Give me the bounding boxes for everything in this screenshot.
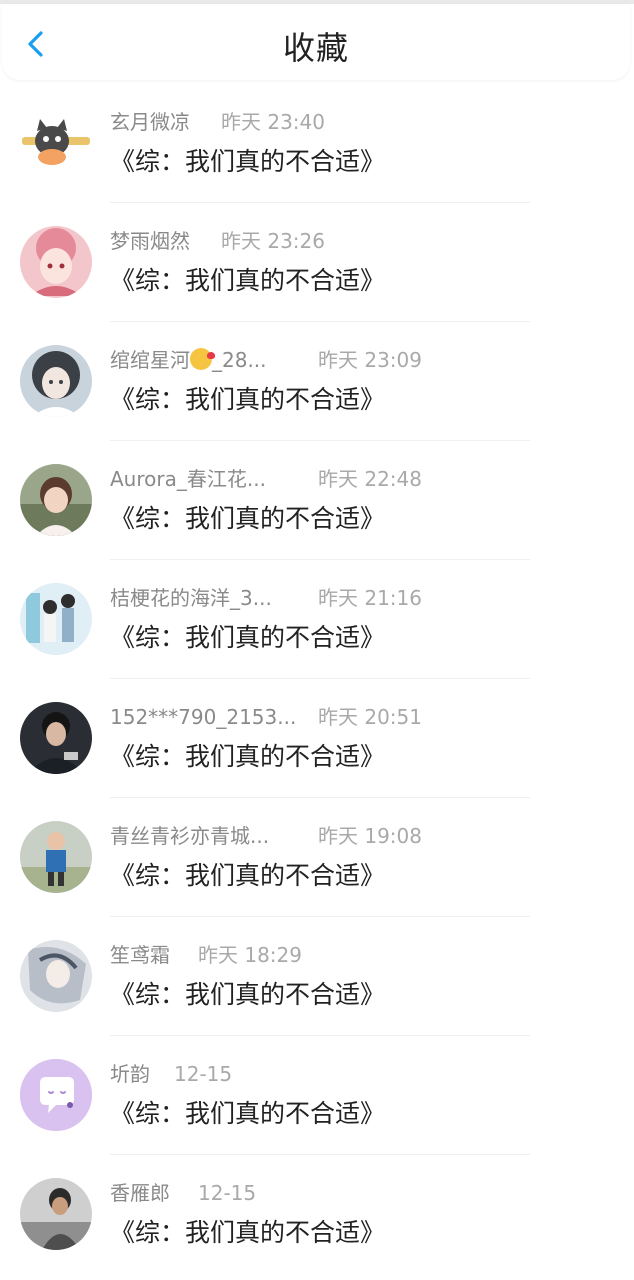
list-item[interactable]: 梦雨烟然 昨天 23:26 《综：我们真的不合适》 — [0, 203, 634, 322]
avatar — [20, 1178, 92, 1250]
item-message: 《综：我们真的不合适》 — [110, 1099, 386, 1128]
cartoon-cat-avatar-icon — [20, 107, 92, 179]
list-item[interactable]: Aurora_春江花... 昨天 22:48 《综：我们真的不合适》 — [0, 441, 634, 560]
item-message: 《综：我们真的不合适》 — [110, 861, 386, 890]
avatar — [20, 464, 92, 536]
person-photo-avatar-icon — [20, 1178, 92, 1250]
item-time: 12-15 — [198, 1181, 257, 1205]
item-time: 12-15 — [174, 1062, 233, 1086]
kid-outdoor-avatar-icon — [20, 821, 92, 893]
list-item[interactable]: 青丝青衫亦青城... 昨天 19:08 《综：我们真的不合适》 — [0, 798, 634, 917]
item-name-suffix: _28... — [212, 348, 267, 372]
item-name: 绾绾星河 _28... — [110, 346, 267, 374]
list-item[interactable]: 圻韵 12-15 《综：我们真的不合适》 — [0, 1036, 634, 1155]
avatar — [20, 1059, 92, 1131]
list-item[interactable]: 152***790_2153... 昨天 20:51 《综：我们真的不合适》 — [0, 679, 634, 798]
item-name: Aurora_春江花... — [110, 467, 266, 491]
item-name: 玄月微凉 — [110, 110, 190, 134]
chevron-left-icon — [28, 31, 43, 57]
page-title: 收藏 — [282, 29, 349, 67]
couple-illustration-avatar-icon — [20, 583, 92, 655]
item-message: 《综：我们真的不合适》 — [110, 1218, 386, 1247]
anime-girl-pink-avatar-icon — [20, 226, 92, 298]
avatar — [20, 226, 92, 298]
item-message: 《综：我们真的不合适》 — [110, 504, 386, 533]
item-name: 152***790_2153... — [110, 705, 297, 729]
avatar — [20, 702, 92, 774]
avatar — [20, 821, 92, 893]
kiss-emoji-icon — [190, 348, 215, 370]
item-message: 《综：我们真的不合适》 — [110, 147, 386, 176]
favorites-list: 玄月微凉 昨天 23:40 《综：我们真的不合适》 梦雨烟然 昨天 23:26 … — [0, 84, 634, 1274]
item-message: 《综：我们真的不合适》 — [110, 742, 386, 771]
item-name: 香雁郎 — [110, 1181, 170, 1205]
item-time: 昨天 23:40 — [221, 110, 325, 134]
item-name: 圻韵 — [110, 1062, 150, 1086]
list-item[interactable]: 桔梗花的海洋_3... 昨天 21:16 《综：我们真的不合适》 — [0, 560, 634, 679]
avatar — [20, 583, 92, 655]
anime-girl-dark-avatar-icon — [20, 345, 92, 417]
item-time: 昨天 21:16 — [318, 586, 422, 610]
item-time: 昨天 22:48 — [318, 467, 422, 491]
item-message: 《综：我们真的不合适》 — [110, 623, 386, 652]
header-bar: 收藏 — [2, 4, 630, 80]
list-item[interactable]: 香雁郎 12-15 《综：我们真的不合适》 — [0, 1155, 634, 1274]
item-time: 昨天 19:08 — [318, 824, 422, 848]
child-photo-avatar-icon — [20, 464, 92, 536]
anime-boy-silver-avatar-icon — [20, 940, 92, 1012]
item-time: 昨天 23:26 — [221, 229, 325, 253]
item-message: 《综：我们真的不合适》 — [110, 266, 386, 295]
avatar — [20, 940, 92, 1012]
item-name: 梦雨烟然 — [110, 229, 190, 253]
list-item[interactable]: 玄月微凉 昨天 23:40 《综：我们真的不合适》 — [0, 84, 634, 203]
man-photo-avatar-icon — [20, 702, 92, 774]
item-time: 昨天 18:29 — [198, 943, 302, 967]
item-name: 青丝青衫亦青城... — [110, 824, 270, 848]
item-message: 《综：我们真的不合适》 — [110, 385, 386, 414]
back-button[interactable] — [16, 24, 56, 64]
list-item[interactable]: 绾绾星河 _28... 昨天 23:09 《综：我们真的不合适》 — [0, 322, 634, 441]
chat-bubble-avatar-icon — [20, 1059, 92, 1131]
item-name: 笙鸢霜 — [110, 943, 170, 967]
item-time: 昨天 23:09 — [318, 348, 422, 372]
item-name: 桔梗花的海洋_3... — [110, 586, 272, 610]
item-name-text: 绾绾星河 — [110, 348, 190, 372]
avatar — [20, 107, 92, 179]
item-time: 昨天 20:51 — [318, 705, 422, 729]
list-item[interactable]: 笙鸢霜 昨天 18:29 《综：我们真的不合适》 — [0, 917, 634, 1036]
item-message: 《综：我们真的不合适》 — [110, 980, 386, 1009]
avatar — [20, 345, 92, 417]
